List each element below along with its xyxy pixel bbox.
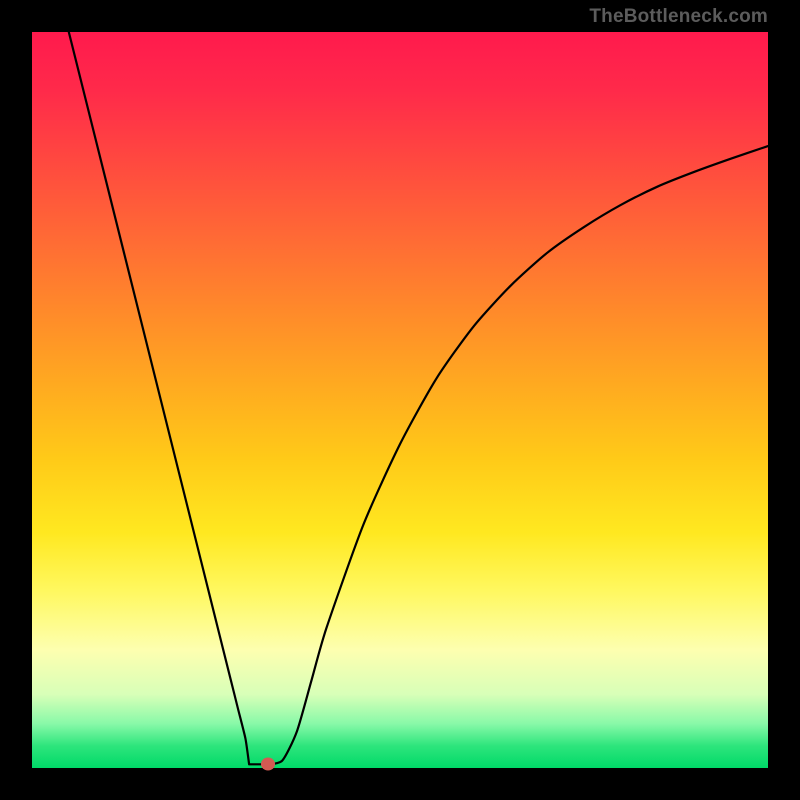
bottleneck-curve bbox=[32, 32, 768, 768]
optimal-point-marker bbox=[261, 758, 275, 771]
plot-area bbox=[32, 32, 768, 768]
attribution-text: TheBottleneck.com bbox=[589, 6, 768, 28]
chart-container: TheBottleneck.com bbox=[0, 0, 800, 800]
